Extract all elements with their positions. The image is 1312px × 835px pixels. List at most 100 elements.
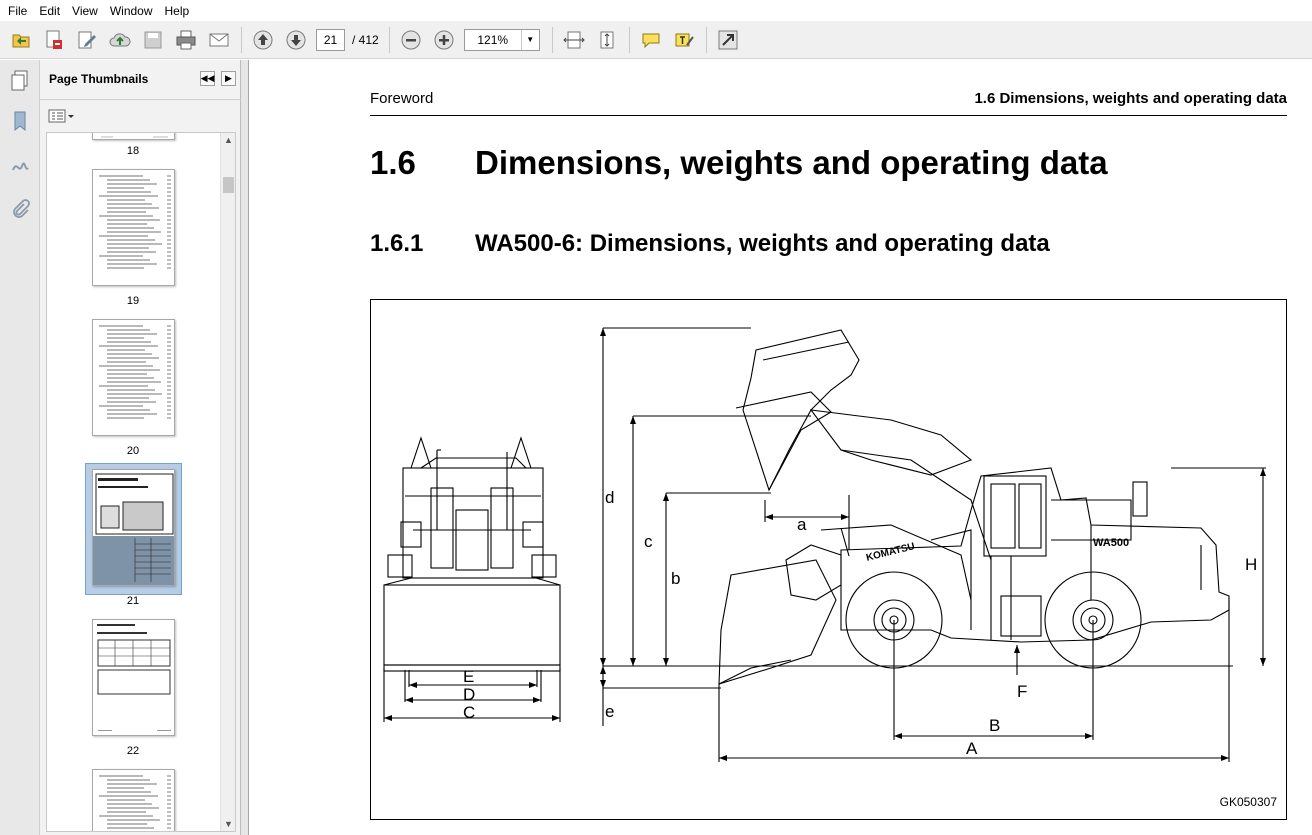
dim-label-C: C	[463, 703, 475, 722]
page-thumbnail[interactable]	[92, 769, 175, 831]
zoom-in-button[interactable]	[431, 27, 457, 53]
zoom-out-button[interactable]	[398, 27, 424, 53]
brand-decal: KOMATSU	[865, 541, 916, 564]
create-pdf-icon	[46, 30, 62, 49]
next-page-button[interactable]	[283, 27, 309, 53]
running-head-right: 1.6 Dimensions, weights and operating da…	[974, 90, 1287, 107]
create-pdf-button[interactable]	[41, 27, 67, 53]
menu-file[interactable]: File	[4, 4, 31, 18]
zoom-input[interactable]	[464, 29, 521, 50]
subsection-title: WA500-6: Dimensions, weights and operati…	[475, 230, 1050, 257]
thumbnails-list: 18 19 20 21 22 ▲ ▼	[46, 132, 236, 832]
dim-label-e: e	[605, 702, 614, 721]
page-thumbnail[interactable]	[92, 619, 175, 736]
email-icon	[209, 33, 229, 46]
pages-icon	[11, 70, 28, 91]
print-button[interactable]	[173, 27, 199, 53]
side-dimension-lines	[602, 327, 1266, 762]
full-screen-button[interactable]	[715, 27, 741, 53]
fit-width-icon	[562, 31, 585, 48]
model-decal: WA500	[1093, 537, 1129, 549]
panel-menu-button[interactable]: ▶	[221, 71, 236, 86]
dim-label-H: H	[1245, 555, 1257, 574]
page-preview	[93, 470, 174, 585]
wheel-loader-drawing: KOMATSU WA500 d c b e a H F B A E D C	[383, 327, 1266, 762]
page-thumbnails-panel: Page Thumbnails ◀◀ ▶ 18 19 20 21 22 ▲ ▼	[40, 60, 241, 835]
dimension-arrowheads	[384, 328, 1266, 761]
page-number-label: 19	[126, 295, 140, 307]
navigation-pane-strip	[0, 60, 40, 835]
menu-bar: File Edit View Window Help	[0, 0, 1312, 21]
scroll-up-icon[interactable]: ▲	[224, 135, 233, 145]
page-preview	[99, 325, 171, 419]
thumbnail-options-button[interactable]	[48, 108, 76, 124]
menu-window[interactable]: Window	[106, 4, 157, 18]
bookmarks-tab[interactable]	[7, 108, 33, 134]
page-number-label: 18	[126, 145, 140, 157]
zoom-out-icon	[401, 30, 421, 49]
page-thumbnail-selected[interactable]	[92, 469, 175, 586]
open-button[interactable]	[8, 27, 34, 53]
comment-button[interactable]	[638, 27, 664, 53]
highlight-text-button[interactable]	[671, 27, 697, 53]
page-thumbnail[interactable]	[92, 133, 175, 140]
header-rule	[370, 115, 1287, 116]
dim-label-a: a	[797, 515, 807, 534]
page-thumbnail[interactable]	[92, 169, 175, 286]
fit-width-button[interactable]	[561, 27, 587, 53]
page-count: / 412	[352, 32, 379, 47]
scroll-down-icon[interactable]: ▼	[224, 819, 233, 829]
dim-label-d: d	[605, 488, 614, 507]
signatures-tab[interactable]	[7, 152, 33, 178]
scrollbar-thumb[interactable]	[223, 177, 234, 193]
thumbnails-scrollbar[interactable]: ▲ ▼	[220, 133, 235, 831]
dim-label-A: A	[966, 739, 978, 758]
chevron-down-icon[interactable]: ▼	[520, 29, 539, 50]
highlight-icon	[675, 33, 694, 46]
dim-label-b: b	[671, 569, 680, 588]
attachments-tab[interactable]	[7, 196, 33, 222]
section-title: Dimensions, weights and operating data	[475, 144, 1108, 181]
figure-code: GK050307	[1219, 795, 1277, 809]
page-thumbnail[interactable]	[92, 319, 175, 436]
signature-icon	[12, 162, 29, 171]
upload-button[interactable]	[107, 27, 133, 53]
page-preview	[99, 775, 171, 829]
lift-arm	[785, 409, 992, 601]
dim-label-D: D	[463, 685, 475, 704]
running-head-left: Foreword	[370, 90, 434, 107]
menu-help[interactable]: Help	[161, 4, 194, 18]
lowered-bucket	[718, 559, 837, 685]
page-preview	[99, 175, 171, 269]
page-thumbnails-tab[interactable]	[7, 68, 33, 94]
dim-label-F: F	[1017, 682, 1027, 701]
page-preview	[97, 624, 171, 731]
menu-view[interactable]: View	[68, 4, 102, 18]
fit-page-button[interactable]	[594, 27, 620, 53]
dimensions-figure: KOMATSU WA500 d c b e a H F B A E D C GK…	[370, 299, 1287, 820]
options-menu-icon	[48, 109, 74, 123]
fit-page-icon	[600, 31, 614, 48]
comment-icon	[642, 33, 660, 48]
save-button[interactable]	[140, 27, 166, 53]
document-view: Foreword 1.6 Dimensions, weights and ope…	[250, 60, 1312, 835]
panel-splitter[interactable]	[241, 60, 249, 835]
edit-button[interactable]	[74, 27, 100, 53]
dim-label-E: E	[463, 667, 474, 686]
edit-document-icon	[78, 31, 96, 48]
menu-edit[interactable]: Edit	[35, 4, 64, 18]
toolbar-separator	[388, 26, 390, 53]
zoom-select[interactable]: ▼	[463, 28, 540, 51]
email-button[interactable]	[206, 27, 232, 53]
dim-label-B: B	[989, 716, 1000, 735]
toolbar-separator	[628, 26, 630, 53]
arrow-up-circle-icon	[253, 30, 273, 49]
page-number-input[interactable]	[316, 28, 345, 51]
toolbar-separator	[705, 26, 707, 53]
cloud-upload-icon	[109, 32, 131, 46]
collapse-panel-button[interactable]: ◀◀	[200, 71, 215, 86]
zoom-in-icon	[434, 30, 454, 49]
thumbnails-header: Page Thumbnails ◀◀ ▶	[40, 60, 241, 100]
previous-page-button[interactable]	[250, 27, 276, 53]
section-number: 1.6	[370, 144, 416, 181]
